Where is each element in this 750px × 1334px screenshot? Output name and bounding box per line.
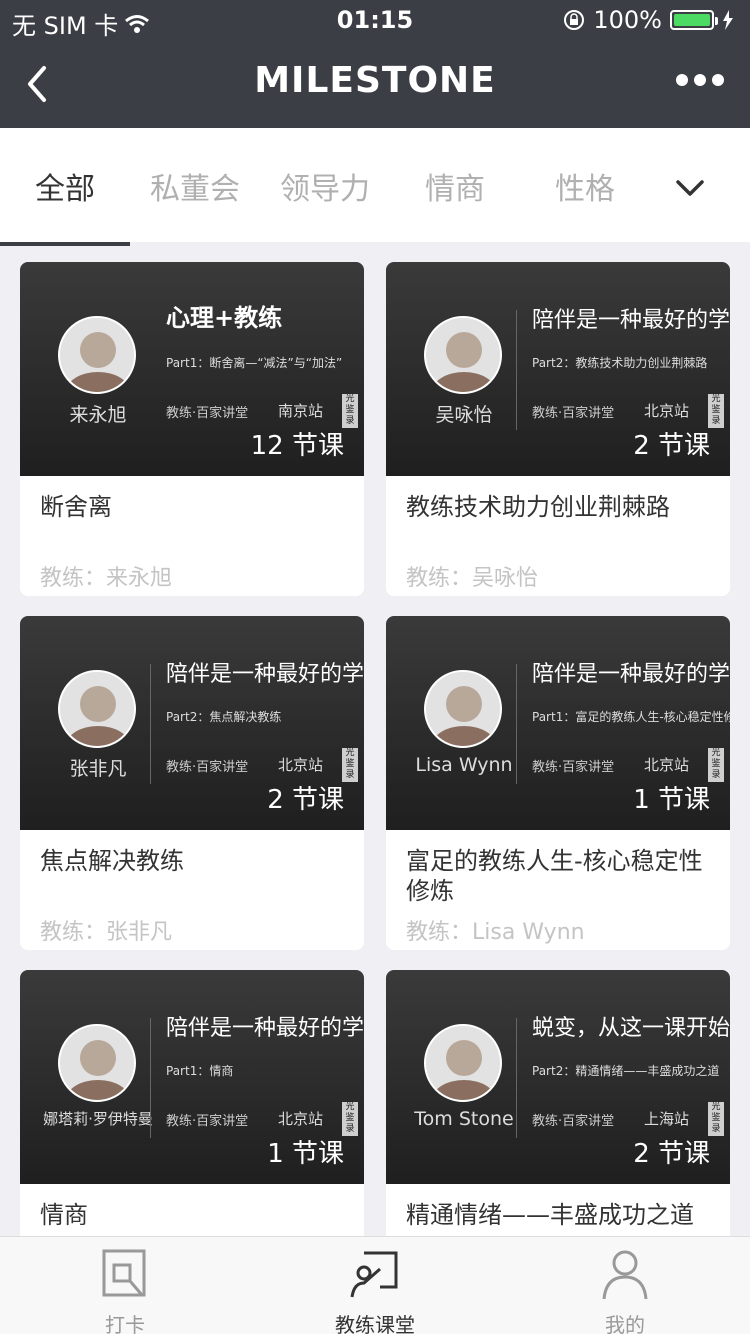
thumb-city: 北京站 (644, 756, 690, 774)
thumb-stamp: 光鉴录 (708, 394, 724, 428)
thumb-part: Part2：焦点解决教练 (166, 710, 282, 724)
thumb-org: 教练·百家讲堂 (532, 760, 615, 775)
navbar: MILESTONE (0, 40, 750, 128)
thumb-stamp: 光鉴录 (708, 1102, 724, 1136)
tabbar-label: 教练课堂 (335, 1313, 415, 1334)
course-thumbnail: 娜塔莉·罗伊特曼 陪伴是一种最好的学习方 Part1：情商 教练·百家讲堂 北京… (20, 970, 364, 1184)
tabbar-item-checkin[interactable]: 打卡 (0, 1237, 250, 1334)
course-title: 精通情绪——丰盛成功之道 (406, 1201, 694, 1229)
course-thumbnail: 吴咏怡 陪伴是一种最好的学习方 Part2：教练技术助力创业荆棘路 教练·百家讲… (386, 262, 730, 476)
thumb-coach-name: 来永旭 (69, 404, 127, 426)
tabbar-label: 我的 (605, 1313, 645, 1334)
lesson-count: 2 节课 (633, 1139, 710, 1169)
coach-avatar (424, 670, 502, 748)
chevron-down-icon[interactable] (660, 168, 720, 208)
course-title: 焦点解决教练 (40, 847, 184, 875)
thumb-org: 教练·百家讲堂 (166, 760, 249, 775)
active-tab-indicator (0, 242, 130, 246)
thumb-city: 上海站 (644, 1110, 690, 1128)
thumb-part: Part1：情商 (166, 1064, 234, 1078)
thumb-part: Part2：教练技术助力创业荆棘路 (532, 356, 708, 370)
thumb-headline: 心理+教练 (166, 304, 283, 332)
thumb-stamp: 光鉴录 (342, 1102, 358, 1136)
coach-avatar (424, 1024, 502, 1102)
tabbar-item-profile[interactable]: 我的 (500, 1237, 750, 1334)
course-coach: 教练：吴咏怡 (406, 566, 539, 591)
thumb-org: 教练·百家讲堂 (166, 406, 249, 421)
more-dots-icon[interactable] (676, 74, 724, 86)
thumb-coach-name: 张非凡 (69, 758, 127, 780)
course-card[interactable]: 吴咏怡 陪伴是一种最好的学习方 Part2：教练技术助力创业荆棘路 教练·百家讲… (386, 262, 730, 596)
course-card[interactable]: 张非凡 陪伴是一种最好的学习方 Part2：焦点解决教练 教练·百家讲堂 北京站… (20, 616, 364, 950)
page-title: MILESTONE (254, 60, 496, 101)
lesson-count: 1 节课 (267, 1139, 344, 1169)
thumb-org: 教练·百家讲堂 (532, 406, 615, 421)
battery-icon (670, 10, 718, 30)
thumb-org: 教练·百家讲堂 (166, 1114, 249, 1129)
charging-icon (723, 10, 733, 30)
course-coach: 教练：Lisa Wynn (406, 920, 585, 945)
profile-icon (602, 1250, 648, 1300)
battery-percent: 100% (593, 6, 662, 34)
course-title: 情商 (40, 1201, 88, 1229)
thumb-headline: 陪伴是一种最好的学习方 (532, 662, 730, 687)
course-thumbnail: Tom Stone 蜕变，从这一课开始 Part2：精通情绪——丰盛成功之道 教… (386, 970, 730, 1184)
lesson-count: 12 节课 (250, 431, 344, 461)
tab-all[interactable]: 全部 (0, 164, 130, 208)
thumb-headline: 陪伴是一种最好的学习方 (166, 1016, 364, 1041)
course-card[interactable]: Tom Stone 蜕变，从这一课开始 Part2：精通情绪——丰盛成功之道 教… (386, 970, 730, 1270)
thumb-headline: 陪伴是一种最好的学习方 (532, 308, 730, 333)
course-title: 教练技术助力创业荆棘路 (406, 493, 670, 521)
course-thumbnail: 来永旭 心理+教练 Part1：断舍离—“减法”与“加法” 教练·百家讲堂 南京… (20, 262, 364, 476)
checkin-icon (102, 1249, 146, 1297)
course-card[interactable]: 娜塔莉·罗伊特曼 陪伴是一种最好的学习方 Part1：情商 教练·百家讲堂 北京… (20, 970, 364, 1270)
thumb-stamp: 光鉴录 (342, 748, 358, 782)
coach-avatar (58, 316, 136, 394)
thumb-coach-name: Lisa Wynn (415, 754, 513, 776)
thumb-city: 南京站 (278, 402, 324, 420)
thumb-coach-name: 吴咏怡 (435, 404, 493, 426)
app-header: 无 SIM 卡 01:15 100% MILESTONE (0, 0, 750, 128)
thumb-stamp: 光鉴录 (342, 394, 358, 428)
course-thumbnail: 张非凡 陪伴是一种最好的学习方 Part2：焦点解决教练 教练·百家讲堂 北京站… (20, 616, 364, 830)
course-card[interactable]: Lisa Wynn 陪伴是一种最好的学习方 Part1：富足的教练人生-核心稳定… (386, 616, 730, 950)
course-thumbnail: Lisa Wynn 陪伴是一种最好的学习方 Part1：富足的教练人生-核心稳定… (386, 616, 730, 830)
thumb-coach-name: Tom Stone (414, 1108, 514, 1130)
tabbar-label: 打卡 (105, 1313, 145, 1334)
tab-leadership[interactable]: 领导力 (260, 164, 390, 208)
bottom-tab-bar: 打卡 教练课堂 我的 (0, 1236, 750, 1334)
tab-personality[interactable]: 性格 (520, 164, 650, 208)
thumb-city: 北京站 (644, 402, 690, 420)
thumb-headline: 陪伴是一种最好的学习方 (166, 662, 364, 687)
course-card[interactable]: 来永旭 心理+教练 Part1：断舍离—“减法”与“加法” 教练·百家讲堂 南京… (20, 262, 364, 596)
coach-avatar (58, 670, 136, 748)
lesson-count: 1 节课 (633, 785, 710, 815)
course-title: 断舍离 (40, 493, 112, 521)
coach-avatar (58, 1024, 136, 1102)
tabbar-item-classroom[interactable]: 教练课堂 (250, 1237, 500, 1334)
classroom-icon (350, 1251, 398, 1298)
rotation-lock-icon (564, 10, 585, 30)
status-bar: 无 SIM 卡 01:15 100% (0, 0, 750, 40)
lesson-count: 2 节课 (267, 785, 344, 815)
thumb-headline: 蜕变，从这一课开始 (532, 1016, 730, 1041)
thumb-coach-name: 娜塔莉·罗伊特曼 (43, 1110, 153, 1128)
course-title: 富足的教练人生-核心稳定性修炼 (406, 847, 703, 905)
coach-avatar (424, 316, 502, 394)
thumb-org: 教练·百家讲堂 (532, 1114, 615, 1129)
lesson-count: 2 节课 (633, 431, 710, 461)
course-coach: 教练：张非凡 (40, 920, 173, 945)
thumb-part: Part1：断舍离—“减法”与“加法” (166, 356, 343, 370)
course-coach: 教练：来永旭 (40, 566, 173, 591)
thumb-stamp: 光鉴录 (708, 748, 724, 782)
thumb-city: 北京站 (278, 756, 324, 774)
tab-eq[interactable]: 情商 (390, 164, 520, 208)
category-tabs: 全部 私董会 领导力 情商 性格 (0, 128, 750, 246)
thumb-city: 北京站 (278, 1110, 324, 1128)
thumb-part: Part1：富足的教练人生-核心稳定性修 (532, 710, 730, 724)
tab-private-board[interactable]: 私董会 (130, 164, 260, 208)
thumb-part: Part2：精通情绪——丰盛成功之道 (532, 1064, 720, 1078)
